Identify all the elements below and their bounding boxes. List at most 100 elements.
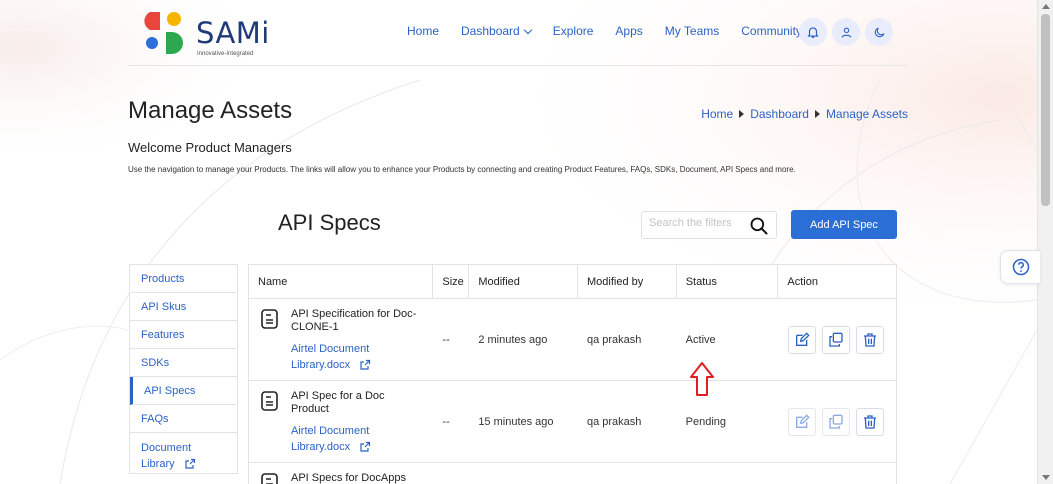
page-scrollbar[interactable]: [1037, 0, 1053, 484]
trash-icon: [864, 332, 877, 347]
brand-tagline: Innovative-Integrated: [197, 51, 254, 57]
column-header-status: Status: [677, 265, 779, 298]
nav-dashboard[interactable]: Dashboard: [461, 24, 532, 38]
page-title: Manage Assets: [128, 97, 293, 124]
brand-logo[interactable]: SAMi Innovative-Integrated: [144, 10, 274, 58]
top-header: SAMi Innovative-Integrated Home Dashboar…: [128, 0, 908, 66]
scroll-up-arrow-icon[interactable]: [1042, 4, 1050, 9]
modified-cell: 15 minutes ago: [478, 415, 554, 428]
edit-icon: [796, 413, 810, 428]
action-cell: [778, 463, 896, 484]
column-header-size: Size: [433, 265, 470, 298]
asset-sidenav: Products API Skus Features SDKs API Spec…: [129, 264, 238, 474]
user-icon: [841, 27, 851, 38]
spec-title: API Spec for a Doc Product: [291, 390, 385, 415]
nav-community-label: Community: [741, 24, 802, 38]
notifications-button[interactable]: [799, 18, 827, 46]
bell-icon: [807, 27, 819, 38]
nav-home[interactable]: Home: [407, 24, 439, 38]
delete-button[interactable]: [856, 325, 885, 354]
caret-right-icon: [739, 110, 745, 118]
sidenav-item-sdks[interactable]: SDKs: [130, 349, 237, 377]
table-row: API Specification for Doc-CLONE-1 Airtel…: [249, 299, 896, 381]
brand-name: SAMi: [196, 16, 270, 50]
logo-mark-icon: [144, 12, 183, 54]
external-link-icon: [360, 441, 371, 452]
sidenav-item-document-library[interactable]: Document Library: [130, 433, 237, 473]
sidenav-item-api-specs[interactable]: API Specs: [130, 377, 237, 405]
nav-my-teams-label: My Teams: [664, 24, 720, 38]
modified-by-cell: qa prakash: [586, 415, 642, 428]
modified-by-cell: [578, 463, 677, 484]
trash-icon: [864, 414, 877, 429]
chevron-down-icon: [523, 25, 532, 34]
scroll-down-arrow-icon[interactable]: [1042, 475, 1050, 480]
column-header-modified-by: Modified by: [578, 265, 677, 298]
column-header-name: Name: [249, 265, 434, 298]
name-cell: API Spec for a Doc Product Airtel Docume…: [249, 381, 433, 462]
moon-icon: [874, 27, 884, 37]
sidenav-document-library-label: Document Library: [141, 440, 205, 472]
sidenav-item-api-skus[interactable]: API Skus: [130, 293, 237, 321]
action-cell: [778, 299, 896, 380]
help-button[interactable]: [1000, 250, 1040, 284]
nav-my-teams[interactable]: My Teams: [665, 24, 719, 38]
spec-title: API Specification for Doc-CLONE-1: [291, 308, 417, 333]
external-link-icon: [360, 359, 371, 370]
search-box: [641, 211, 777, 239]
welcome-heading: Welcome Product Managers: [128, 140, 292, 155]
nav-explore[interactable]: Explore: [553, 24, 594, 38]
size-cell: [433, 463, 469, 484]
breadcrumb-dashboard[interactable]: Dashboard: [750, 107, 809, 121]
profile-button[interactable]: [832, 18, 860, 46]
nav-apps[interactable]: Apps: [615, 24, 642, 38]
theme-toggle-button[interactable]: [865, 18, 893, 46]
spec-file-link[interactable]: Airtel Document Library.docx: [291, 423, 421, 455]
search-icon[interactable]: [749, 216, 769, 236]
name-cell: API Specs for DocApps: [249, 463, 433, 484]
page: SAMi Innovative-Integrated Home Dashboar…: [0, 0, 1040, 484]
document-icon: [261, 391, 278, 411]
search-input[interactable]: [649, 217, 744, 229]
modified-by-cell: qa prakash: [586, 333, 642, 346]
add-api-spec-button[interactable]: Add API Spec: [791, 210, 897, 239]
column-header-action: Action: [787, 275, 818, 288]
edit-button[interactable]: [788, 325, 817, 354]
sidenav-item-features[interactable]: Features: [130, 321, 237, 349]
column-header-modified: Modified: [469, 265, 578, 298]
sidenav-item-faqs[interactable]: FAQs: [130, 405, 237, 433]
action-cell: [778, 381, 896, 462]
spec-title: API Specs for DocApps: [291, 472, 406, 484]
document-icon: [261, 473, 278, 484]
breadcrumb-current[interactable]: Manage Assets: [826, 107, 908, 121]
spec-file-link[interactable]: Airtel Document Library.docx: [291, 341, 421, 373]
table-row: API Spec for a Doc Product Airtel Docume…: [249, 381, 896, 463]
breadcrumb-home[interactable]: Home: [701, 107, 733, 121]
nav-home-label: Home: [407, 24, 440, 38]
edit-button[interactable]: [788, 407, 817, 436]
scrollbar-thumb[interactable]: [1041, 14, 1050, 206]
help-circle-icon: [1012, 258, 1029, 276]
sidenav-item-products[interactable]: Products: [130, 265, 237, 293]
status-cell: [677, 463, 779, 484]
duplicate-button[interactable]: [822, 325, 851, 354]
annotation-arrow-icon: [690, 362, 714, 396]
name-cell: API Specification for Doc-CLONE-1 Airtel…: [249, 299, 433, 380]
section-title: API Specs: [278, 210, 381, 235]
document-icon: [261, 309, 278, 329]
delete-button[interactable]: [856, 407, 885, 436]
table-header: Name Size Modified Modified by Status Ac…: [249, 265, 896, 299]
copy-icon: [829, 332, 844, 347]
breadcrumb: Home Dashboard Manage Assets: [701, 107, 908, 121]
size-cell: --: [442, 415, 450, 428]
api-specs-table: Name Size Modified Modified by Status Ac…: [248, 264, 897, 484]
duplicate-button[interactable]: [822, 407, 851, 436]
nav-dashboard-label: Dashboard: [461, 24, 520, 38]
modified-cell: 2 minutes ago: [478, 333, 548, 346]
caret-right-icon: [814, 110, 820, 118]
spec-file-name: Airtel Document Library.docx: [291, 425, 370, 453]
page-description: Use the navigation to manage your Produc…: [128, 165, 796, 174]
edit-icon: [796, 331, 810, 346]
spec-file-name: Airtel Document Library.docx: [291, 343, 370, 371]
table-row: API Specs for DocApps: [249, 463, 896, 484]
